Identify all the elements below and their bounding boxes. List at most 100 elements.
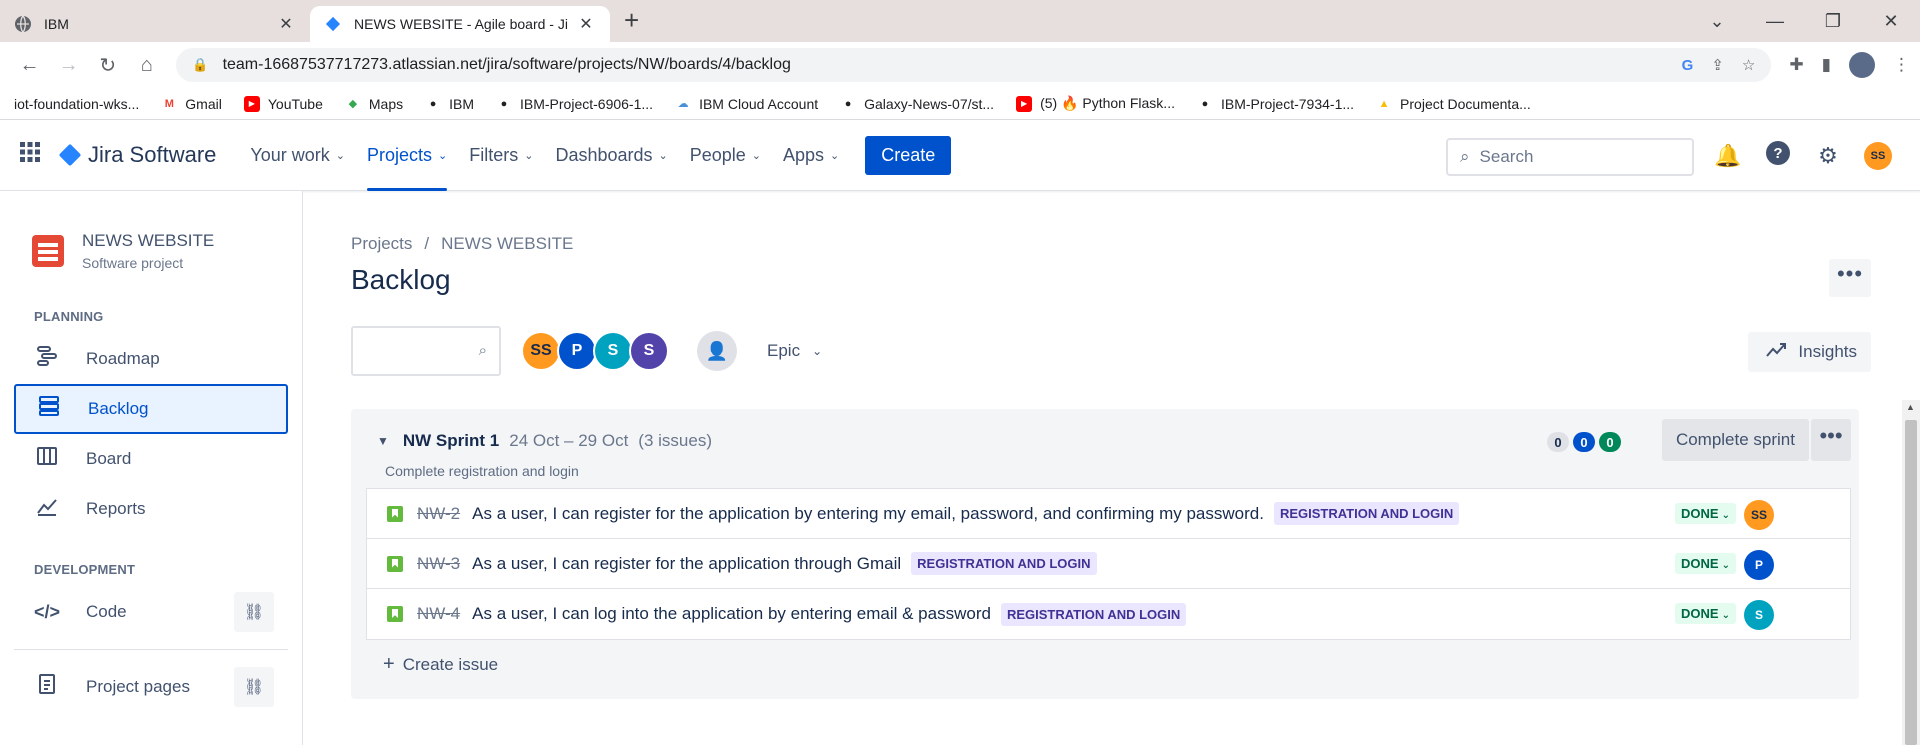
sidebar-item-project-pages[interactable]: Project pages ⛓ [14, 662, 288, 712]
nav-people[interactable]: People ⌄ [690, 120, 761, 191]
extensions-icon[interactable]: ✚ [1789, 55, 1803, 75]
sidebar-item-reports[interactable]: Reports [14, 484, 288, 534]
nav-apps[interactable]: Apps ⌄ [783, 120, 839, 191]
sidepanel-icon[interactable]: ▮ [1822, 55, 1831, 75]
scroll-up-icon[interactable]: ▲ [1906, 402, 1915, 412]
complete-sprint-button[interactable]: Complete sprint [1661, 419, 1809, 461]
unlink-icon[interactable]: ⛓ [234, 592, 274, 632]
close-tab-icon[interactable]: ✕ [276, 14, 296, 34]
sidebar-item-backlog[interactable]: Backlog [14, 384, 288, 434]
browser-tab-jira[interactable]: NEWS WEBSITE - Agile board - Ji ✕ [310, 6, 610, 42]
sidebar-item-label: Reports [86, 499, 146, 518]
create-button[interactable]: Create [865, 135, 952, 175]
epic-label-badge[interactable]: REGISTRATION AND LOGIN [911, 552, 1097, 575]
bookmark-item[interactable]: ▶ YouTube [243, 95, 323, 112]
todo-count-badge: 0 [1547, 432, 1569, 452]
jira-logo[interactable]: Jira Software [58, 142, 216, 168]
epic-filter-dropdown[interactable]: Epic ⌄ [767, 341, 822, 361]
avatar-filter[interactable]: S [593, 331, 633, 371]
scrollbar-thumb[interactable] [1905, 420, 1917, 745]
bookmark-item[interactable]: ● IBM-Project-6906-1... [496, 96, 653, 112]
forward-icon[interactable]: → [49, 54, 88, 77]
user-avatar[interactable]: SS [1864, 142, 1892, 170]
issue-row[interactable]: NW-4 As a user, I can log into the appli… [367, 589, 1850, 639]
issue-row[interactable]: NW-2 As a user, I can register for the a… [367, 489, 1850, 539]
insights-button[interactable]: Insights [1748, 332, 1871, 372]
nav-projects[interactable]: Projects ⌄ [366, 120, 448, 191]
sprint-header[interactable]: ▼ NW Sprint 1 24 Oct – 29 Oct (3 issues) [377, 431, 712, 451]
create-issue-button[interactable]: + Create issue [383, 653, 498, 676]
bookmark-item[interactable]: ▲ Project Documenta... [1376, 96, 1531, 112]
tab-search-icon[interactable]: ⌄ [1688, 11, 1746, 32]
bookmark-item[interactable]: ● IBM-Project-7934-1... [1197, 96, 1354, 112]
github-icon: ● [844, 97, 852, 110]
epic-label-badge[interactable]: REGISTRATION AND LOGIN [1273, 502, 1460, 525]
issue-key[interactable]: NW-3 [417, 554, 460, 574]
app-switcher-icon[interactable] [20, 142, 54, 168]
close-window-icon[interactable]: ✕ [1862, 11, 1920, 32]
sprint-more-button[interactable]: ••• [1811, 419, 1851, 461]
page-icon [34, 673, 60, 701]
project-header[interactable]: NEWS WEBSITE Software project [0, 191, 302, 271]
bookmark-item[interactable]: ☁ IBM Cloud Account [675, 96, 819, 112]
page-scrollbar[interactable]: ▲ [1902, 400, 1920, 745]
profile-avatar[interactable] [1848, 52, 1875, 78]
share-icon[interactable]: ⇪ [1711, 56, 1724, 74]
new-tab-icon[interactable]: + [624, 5, 639, 36]
issue-row[interactable]: NW-3 As a user, I can register for the a… [367, 539, 1850, 589]
reload-icon[interactable]: ↻ [88, 53, 127, 78]
maximize-icon[interactable]: ❐ [1804, 11, 1862, 32]
breadcrumb-project[interactable]: NEWS WEBSITE [441, 234, 573, 253]
bookmark-item[interactable]: iot-foundation-wks... [14, 96, 139, 112]
back-icon[interactable]: ← [10, 54, 49, 77]
issue-key[interactable]: NW-2 [417, 504, 460, 524]
project-sidebar: NEWS WEBSITE Software project PLANNING R… [0, 191, 303, 745]
assignee-avatar[interactable]: S [1744, 600, 1774, 630]
assignee-avatar[interactable]: SS [1744, 500, 1774, 530]
search-input[interactable]: ⌕ Search [1446, 138, 1694, 176]
status-dropdown[interactable]: DONE ⌄ [1675, 603, 1736, 624]
add-people-icon[interactable]: 👤 [697, 331, 737, 371]
nav-your-work[interactable]: Your work ⌄ [250, 120, 345, 191]
status-dropdown[interactable]: DONE ⌄ [1675, 553, 1736, 574]
google-icon[interactable]: G [1682, 57, 1694, 74]
home-icon[interactable]: ⌂ [127, 54, 166, 77]
nav-dashboards[interactable]: Dashboards ⌄ [555, 120, 667, 191]
bookmark-item[interactable]: ● Galaxy-News-07/st... [840, 96, 994, 112]
status-dropdown[interactable]: DONE ⌄ [1675, 503, 1736, 524]
close-tab-icon[interactable]: ✕ [576, 14, 596, 34]
sidebar-item-board[interactable]: Board [14, 434, 288, 484]
bookmark-item[interactable]: ◆ Maps [345, 96, 403, 112]
avatar-filter[interactable]: SS [521, 331, 561, 371]
chevron-down-icon: ⌄ [658, 149, 668, 162]
notifications-icon[interactable]: 🔔 [1714, 143, 1742, 169]
unlink-icon[interactable]: ⛓ [234, 667, 274, 707]
bookmark-label: Galaxy-News-07/st... [864, 95, 995, 112]
nav-filters[interactable]: Filters ⌄ [469, 120, 533, 191]
more-actions-button[interactable]: ••• [1829, 259, 1871, 297]
avatar-filter[interactable]: S [629, 331, 669, 371]
bookmark-item[interactable]: M Gmail [161, 96, 222, 112]
browser-tab-ibm[interactable]: IBM ✕ [0, 6, 310, 42]
breadcrumb-projects[interactable]: Projects [351, 234, 412, 253]
url-bar[interactable]: 🔒 team-16687537717273.atlassian.net/jira… [176, 48, 1772, 82]
minimize-icon[interactable]: — [1746, 11, 1804, 32]
sidebar-item-label: Project pages [86, 677, 190, 696]
globe-icon [14, 15, 32, 33]
star-icon[interactable]: ☆ [1742, 56, 1755, 74]
assignee-avatar[interactable]: P [1744, 550, 1774, 580]
help-icon[interactable]: ? [1764, 140, 1792, 172]
issue-key[interactable]: NW-4 [417, 604, 460, 624]
epic-label-badge[interactable]: REGISTRATION AND LOGIN [1000, 602, 1187, 626]
chevron-down-icon[interactable]: ▼ [377, 434, 389, 448]
settings-gear-icon[interactable]: ⚙ [1814, 143, 1842, 169]
bookmark-item[interactable]: ▶ (5) 🔥 Python Flask... [1016, 95, 1175, 112]
story-icon [387, 555, 403, 572]
avatar-filter[interactable]: P [557, 331, 597, 371]
menu-icon[interactable]: ⋮ [1893, 55, 1910, 75]
lock-icon[interactable]: 🔒 [192, 57, 208, 73]
backlog-search-input[interactable]: ⌕ [351, 326, 501, 376]
bookmark-item[interactable]: ● IBM [425, 96, 474, 112]
sidebar-item-roadmap[interactable]: Roadmap [14, 334, 288, 384]
sidebar-item-code[interactable]: </> Code ⛓ [14, 587, 288, 637]
